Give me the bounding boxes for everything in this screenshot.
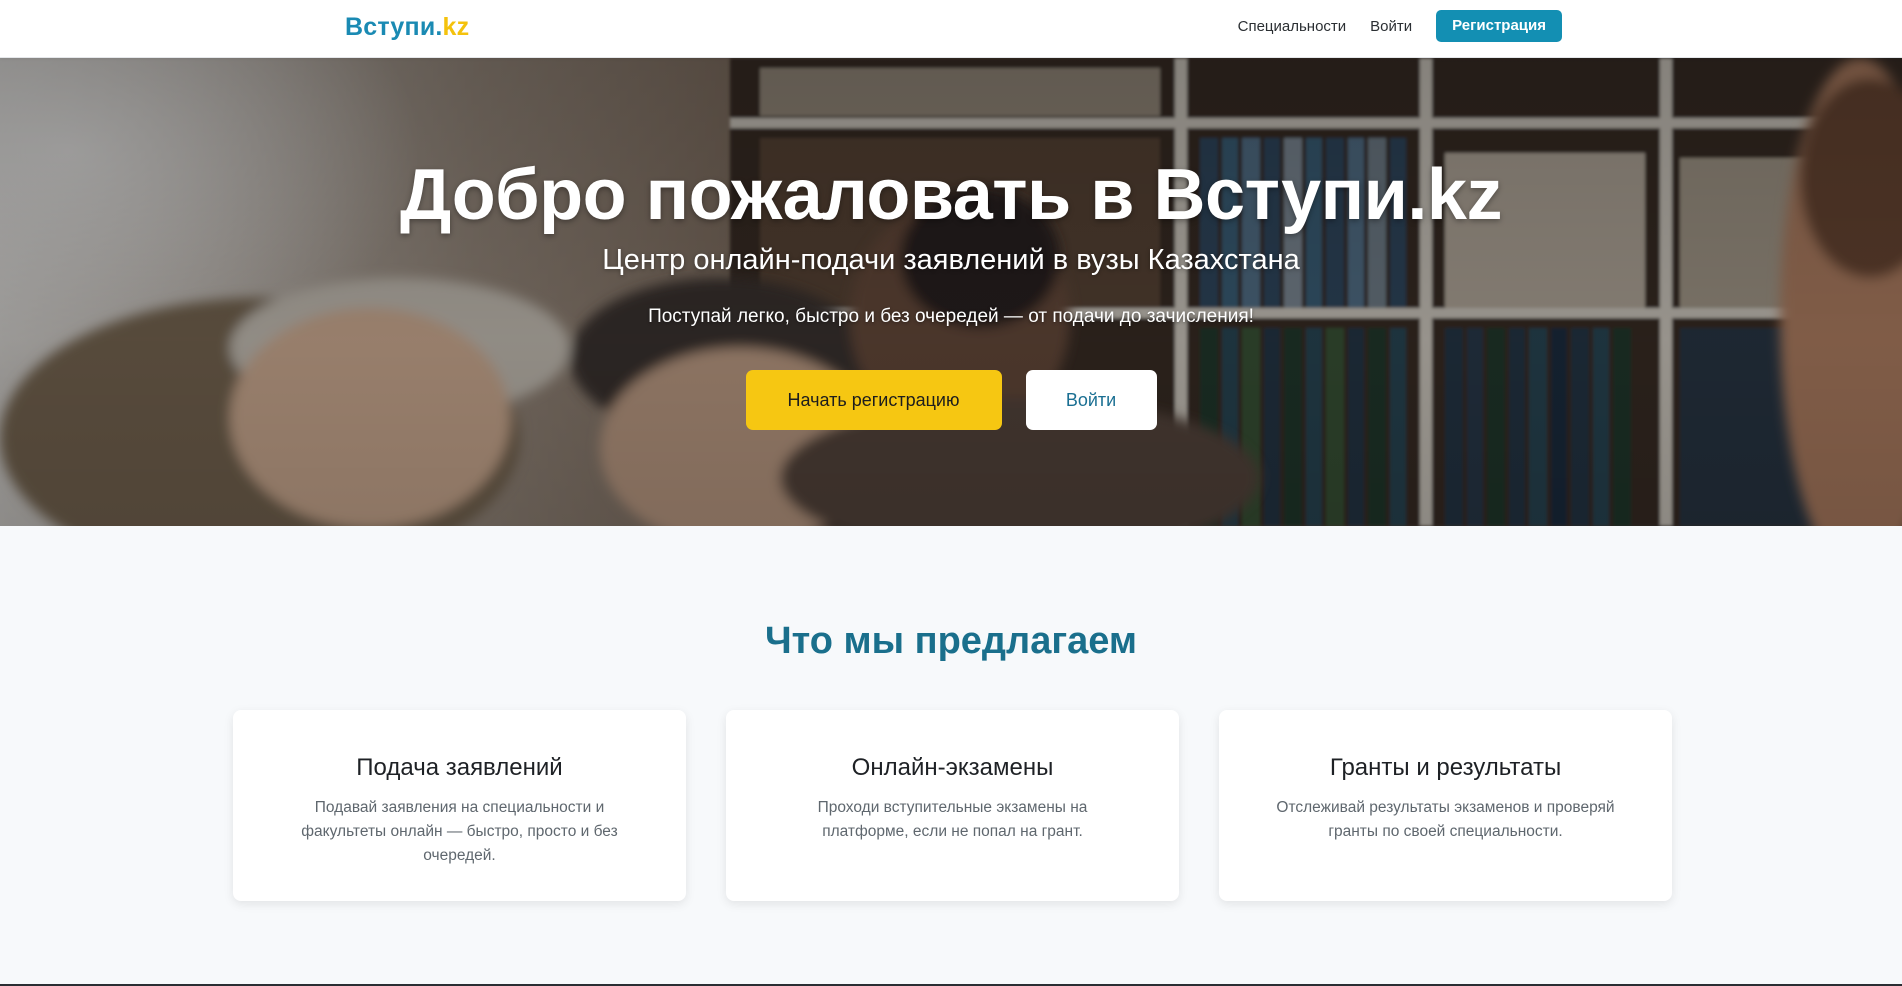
register-button[interactable]: Регистрация — [1436, 10, 1562, 42]
hero-content: Добро пожаловать в Вступи.kz Центр онлай… — [0, 58, 1902, 526]
brand-suffix: kz — [442, 13, 470, 41]
hero-actions: Начать регистрацию Войти — [0, 370, 1902, 430]
feature-card-exams: Онлайн-экзамены Проходи вступительные эк… — [726, 710, 1179, 901]
brand-logo[interactable]: Вступи.kz — [345, 13, 469, 42]
hero-tagline: Поступай легко, быстро и без очередей — … — [648, 306, 1254, 327]
nav-link-login[interactable]: Войти — [1370, 18, 1412, 35]
hero-subtitle: Центр онлайн-подачи заявлений в вузы Каз… — [602, 244, 1300, 276]
features-title: Что мы предлагаем — [764, 620, 1138, 662]
brand-name: Вступи. — [345, 13, 443, 41]
hero-section: Добро пожаловать в Вступи.kz Центр онлай… — [0, 58, 1902, 526]
hero-login-button[interactable]: Войти — [1025, 370, 1157, 430]
navbar: Вступи.kz Специальности Войти Регистраци… — [0, 0, 1902, 58]
feature-card-grants: Гранты и результаты Отслеживай результат… — [1219, 710, 1672, 901]
hero-title: Добро пожаловать в Вступи.kz — [400, 155, 1502, 235]
feature-card-text: Подавай заявления на специальности и фак… — [301, 799, 618, 864]
feature-card-text: Проходи вступительные экзамены на платфо… — [817, 799, 1088, 840]
feature-card-title: Гранты и результаты — [1329, 754, 1562, 781]
feature-card-title: Онлайн-экзамены — [851, 754, 1054, 781]
feature-card-title: Подача заявлений — [356, 754, 563, 781]
start-registration-button[interactable]: Начать регистрацию — [745, 370, 1002, 430]
feature-card-text: Отслеживай результаты экзаменов и провер… — [1276, 799, 1615, 840]
features-cards: Подача заявлений Подавай заявления на сп… — [233, 710, 1672, 901]
feature-card-applications: Подача заявлений Подавай заявления на сп… — [233, 710, 686, 901]
nav-link-specialties[interactable]: Специальности — [1238, 18, 1347, 35]
nav-links: Специальности Войти Регистрация — [1238, 10, 1562, 42]
